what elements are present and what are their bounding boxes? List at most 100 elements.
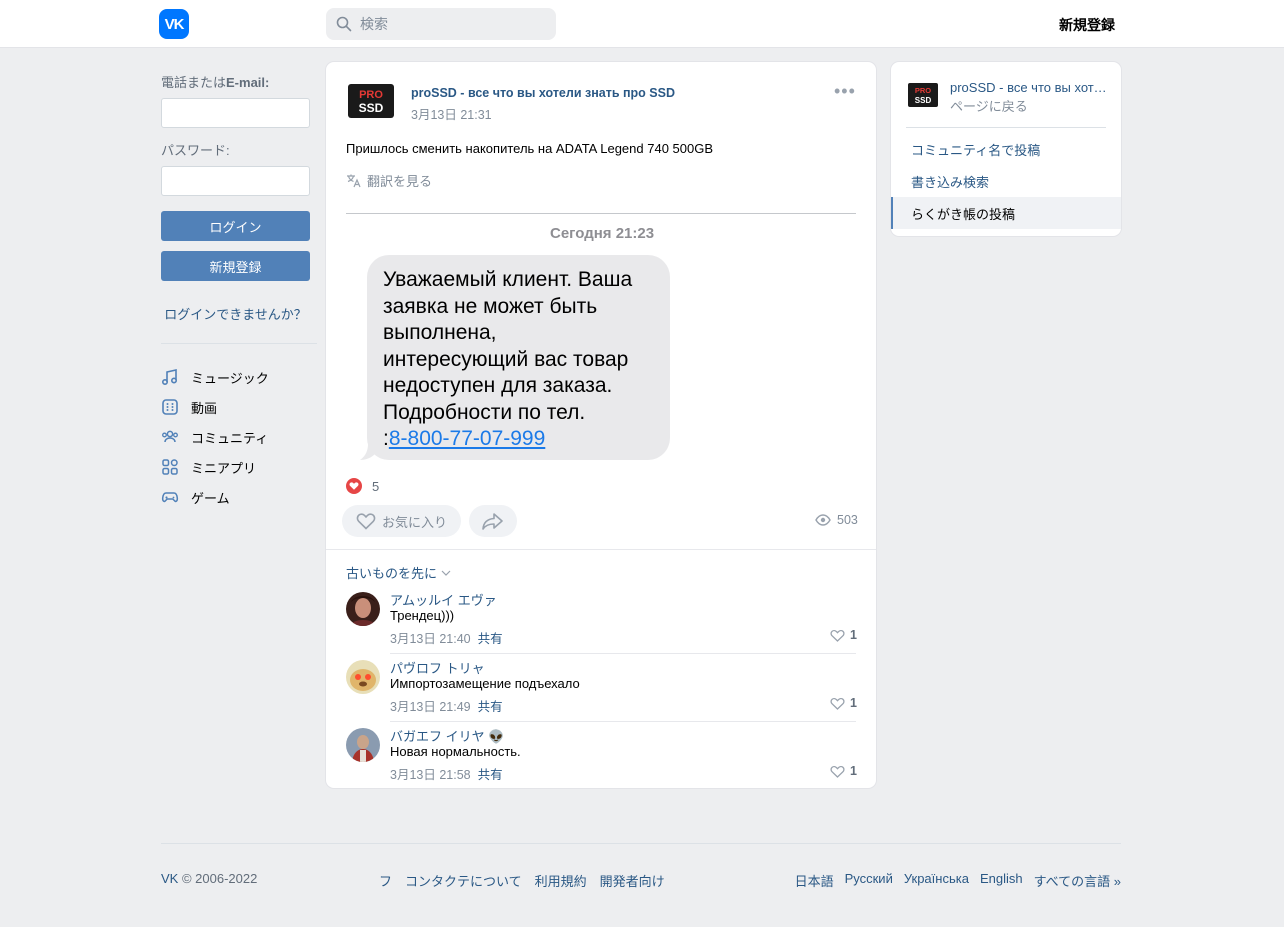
menu-label: ゲーム (191, 490, 230, 506)
comment-meta: 3月13日 21:58 共有 (390, 764, 503, 783)
post-date[interactable]: 3月13日 21:31 (411, 104, 492, 123)
share-button[interactable] (469, 505, 517, 537)
register-button[interactable]: 新規登録 (161, 251, 310, 281)
language-english[interactable]: English (980, 871, 1023, 890)
likes-summary[interactable]: 5 (346, 478, 379, 494)
menu-label: ミニアプリ (191, 460, 257, 476)
heart-outline-icon (830, 697, 845, 710)
header-register-link[interactable]: 新規登録 (1059, 15, 1115, 35)
more-options-icon[interactable]: ••• (834, 82, 855, 102)
comment-like-button[interactable]: 1 (830, 764, 857, 778)
menu-item-music[interactable]: ミュージック (161, 362, 317, 392)
comment-like-button[interactable]: 1 (830, 628, 857, 642)
left-column: 電話またはE-mail: パスワード: ログイン 新規登録 ログインできませんか… (161, 62, 317, 512)
comment-share-link[interactable]: 共有 (478, 768, 503, 782)
menu-item-games[interactable]: ゲーム (161, 482, 317, 512)
footer-link[interactable]: フ (379, 871, 392, 890)
like-button[interactable]: お気に入り (342, 505, 461, 537)
language-russian[interactable]: Русский (845, 871, 893, 890)
community-icon (162, 430, 178, 443)
share-icon (482, 513, 503, 530)
community-sidebar-card: PRO SSD proSSD - все что вы хотели знать… (891, 62, 1121, 236)
menu-label: コミュニティ (191, 430, 269, 446)
menu-item-community[interactable]: コミュニティ (161, 422, 317, 452)
message-bubble[interactable]: Уважаемый клиент. Ваша заявка не может б… (367, 255, 670, 460)
message-line: недоступен для заказа. (383, 374, 613, 397)
sidebar-link-community-posts[interactable]: コミュニティ名で投稿 (891, 133, 1121, 165)
message-line: интересующий вас товар (383, 347, 629, 371)
vk-logo[interactable]: VK (159, 9, 189, 39)
sidebar-link-wall-post[interactable]: らくがき帳の投稿 (891, 197, 1121, 229)
login-button[interactable]: ログイン (161, 211, 310, 241)
search-input[interactable] (360, 16, 540, 32)
back-to-page-link[interactable]: ページに戻る (950, 96, 1028, 115)
language-all[interactable]: すべての言語 » (1034, 871, 1121, 890)
commenter-name[interactable]: アムッルイ エヴァ (390, 590, 497, 609)
footer-links: フ コンタクテについて 利用規約 開発者向け (379, 871, 665, 890)
community-avatar-small[interactable]: PRO SSD (908, 82, 938, 108)
comments-divider (326, 549, 876, 550)
menu-item-apps[interactable]: ミニアプリ (161, 452, 317, 482)
message-phone-line: :8-800-77-07-999 (383, 427, 546, 450)
image-top-divider (346, 213, 856, 214)
footer-copyright: VK © 2006-2022 (161, 871, 258, 886)
heart-outline-icon (356, 513, 376, 530)
community-avatar[interactable]: PRO SSD (346, 80, 396, 124)
comment-text: Новая нормальность. (390, 744, 521, 759)
message-line: Уважаемый клиент. Ваша (383, 268, 633, 291)
comment-date[interactable]: 3月13日 21:40 (390, 632, 471, 646)
chevron-down-icon (441, 570, 451, 576)
language-ukrainian[interactable]: Українська (904, 871, 969, 890)
comment-date[interactable]: 3月13日 21:58 (390, 768, 471, 782)
email-field[interactable] (161, 98, 310, 128)
comment-divider (390, 721, 856, 722)
translate-link[interactable]: 翻訳を見る (346, 171, 432, 190)
commenter-avatar[interactable] (346, 660, 380, 694)
comment-date[interactable]: 3月13日 21:49 (390, 700, 471, 714)
views-counter: 503 (815, 513, 858, 527)
footer-link-developers[interactable]: 開発者向け (600, 871, 665, 890)
menu-label: 動画 (191, 400, 218, 416)
footer-link-terms[interactable]: 利用規約 (535, 871, 587, 890)
comment-share-link[interactable]: 共有 (478, 700, 503, 714)
footer-link-about[interactable]: コンタクテについて (405, 871, 522, 890)
search-icon (336, 16, 352, 32)
comments-sort-dropdown[interactable]: 古いものを先に (346, 563, 451, 582)
avatar-text-ssd: SSD (915, 96, 932, 105)
post-card: PRO SSD proSSD - все что вы хотели знать… (326, 62, 876, 788)
footer-divider (161, 843, 1121, 844)
post-text: Пришлось сменить накопитель на ADATA Leg… (346, 141, 714, 156)
comment-share-link[interactable]: 共有 (478, 632, 503, 646)
phone-number: 8-800-77-07-999 (388, 427, 546, 450)
comment-text: Трендец))) (390, 608, 455, 623)
music-icon (161, 369, 178, 386)
avatar-text-pro: PRO (359, 89, 383, 101)
password-field[interactable] (161, 166, 310, 196)
commenter-name[interactable]: パヴロフ トリャ (390, 658, 485, 677)
search-box[interactable] (326, 8, 556, 40)
heart-icon (346, 478, 362, 494)
commenter-avatar[interactable] (346, 592, 380, 626)
like-button-label: お気に入り (382, 514, 448, 530)
comment-text: Импортозамещение подъехало (390, 676, 580, 691)
footer-brand-link[interactable]: VK (161, 871, 178, 886)
community-name-link[interactable]: proSSD - все что вы хотели знать про SSD (950, 80, 1110, 95)
menu-item-video[interactable]: 動画 (161, 392, 317, 422)
heart-outline-icon (830, 629, 845, 642)
footer-languages: 日本語 Русский Українська English すべての言語 » (795, 871, 1121, 890)
commenter-avatar[interactable] (346, 728, 380, 762)
comment-item: パヴロフ トリャ Импортозамещение подъехало 3月13… (346, 658, 857, 726)
message-line: заявка не может быть (383, 294, 598, 318)
screenshot-timestamp: Сегодня 21:23 (550, 225, 655, 242)
commenter-name[interactable]: バガエフ イリヤ 👽 (390, 726, 504, 745)
language-japanese[interactable]: 日本語 (795, 871, 834, 890)
left-menu: ミュージック 動画 コミュニティ ミニアプリ ゲーム (161, 362, 317, 512)
gamepad-icon (161, 492, 179, 503)
top-bar: VK 新規登録 (0, 0, 1284, 48)
sidebar-link-search-posts[interactable]: 書き込み検索 (891, 165, 1121, 197)
post-author[interactable]: proSSD - все что вы хотели знать про SSD (411, 86, 675, 100)
sidebar-divider (906, 127, 1106, 128)
likes-count: 5 (372, 478, 380, 494)
comment-like-button[interactable]: 1 (830, 696, 857, 710)
forgot-login-link[interactable]: ログインできませんか？ (161, 304, 310, 323)
